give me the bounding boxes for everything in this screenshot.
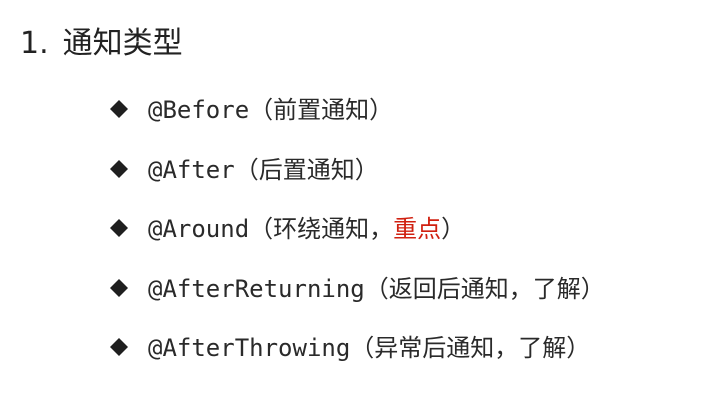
annotation-description: 环绕通知， <box>273 215 394 243</box>
annotation-name: @Around <box>148 215 250 243</box>
diamond-icon <box>110 338 128 356</box>
diamond-icon <box>110 278 128 297</box>
emphasis-text: 重点 <box>393 215 442 243</box>
close-paren: ） <box>369 96 394 124</box>
annotation-name: @AfterThrowing <box>148 334 351 362</box>
annotation-description: 异常后通知，了解 <box>374 334 567 362</box>
close-paren: ） <box>354 155 379 184</box>
annotation-name: @After <box>148 155 235 184</box>
annotation-description: 返回后通知，了解 <box>388 274 581 303</box>
diamond-icon <box>110 100 128 118</box>
diamond-icon <box>110 219 128 237</box>
annotation-description: 后置通知 <box>258 155 355 184</box>
slide: 1. 通知类型 @Before（前置通知） @After（后置通知） @Aroun… <box>0 0 717 406</box>
open-paren: （ <box>234 155 259 184</box>
annotation-description: 前置通知 <box>273 96 370 124</box>
close-paren: ） <box>580 274 605 303</box>
open-paren: （ <box>364 274 389 303</box>
list-item-around: @Around（环绕通知，重点） <box>110 207 605 267</box>
section-heading: 1. 通知类型 <box>20 22 183 66</box>
annotation-name: @Before <box>148 96 250 124</box>
advice-type-list: @Before（前置通知） @After（后置通知） @Around（环绕通知，… <box>110 88 605 386</box>
annotation-name: @AfterReturning <box>148 274 365 303</box>
open-paren: （ <box>249 215 274 243</box>
list-item-after-returning: @AfterReturning（返回后通知，了解） <box>110 267 605 327</box>
close-paren: ） <box>441 215 466 243</box>
diamond-icon <box>110 159 128 178</box>
section-title: 通知类型 <box>62 26 183 61</box>
list-item-after: @After（后置通知） <box>110 148 605 208</box>
list-item-after-throwing: @AfterThrowing（异常后通知，了解） <box>110 326 605 386</box>
close-paren: ） <box>566 334 591 362</box>
open-paren: （ <box>249 96 274 124</box>
list-item-before: @Before（前置通知） <box>110 88 605 148</box>
section-number: 1. <box>20 26 49 61</box>
open-paren: （ <box>350 334 375 362</box>
